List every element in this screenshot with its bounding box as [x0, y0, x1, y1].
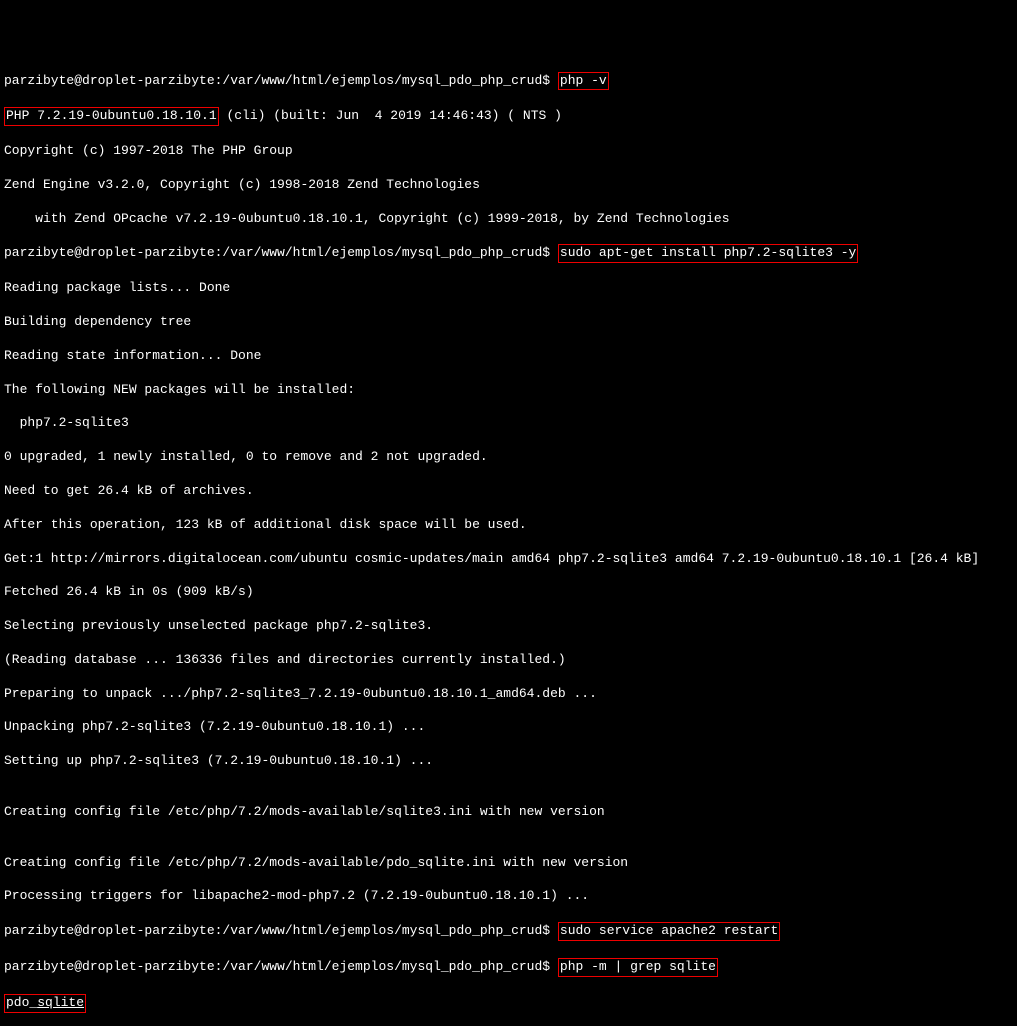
terminal-line: 0 upgraded, 1 newly installed, 0 to remo…	[4, 449, 1013, 466]
terminal-line: Need to get 26.4 kB of archives.	[4, 483, 1013, 500]
command-highlight: sudo apt-get install php7.2-sqlite3 -y	[558, 244, 858, 263]
terminal-line: Reading state information... Done	[4, 348, 1013, 365]
shell-prompt: parzibyte@droplet-parzibyte:/var/www/htm…	[4, 245, 558, 260]
terminal-line: php7.2-sqlite3	[4, 415, 1013, 432]
terminal-line: Setting up php7.2-sqlite3 (7.2.19-0ubunt…	[4, 753, 1013, 770]
terminal-line: Building dependency tree	[4, 314, 1013, 331]
terminal-line: After this operation, 123 kB of addition…	[4, 517, 1013, 534]
terminal-line: pdo_sqlite	[4, 994, 1013, 1013]
terminal-line: parzibyte@droplet-parzibyte:/var/www/htm…	[4, 72, 1013, 91]
terminal-line: Processing triggers for libapache2-mod-p…	[4, 888, 1013, 905]
terminal-line: parzibyte@droplet-parzibyte:/var/www/htm…	[4, 244, 1013, 263]
terminal-line: Zend Engine v3.2.0, Copyright (c) 1998-2…	[4, 177, 1013, 194]
module-prefix: pdo_	[6, 995, 37, 1010]
command-highlight: php -m | grep sqlite	[558, 958, 718, 977]
terminal-line: parzibyte@droplet-parzibyte:/var/www/htm…	[4, 958, 1013, 977]
shell-prompt: parzibyte@droplet-parzibyte:/var/www/htm…	[4, 73, 558, 88]
output-text: (cli) (built: Jun 4 2019 14:46:43) ( NTS…	[219, 108, 562, 123]
command-highlight: php -v	[558, 72, 609, 91]
shell-prompt: parzibyte@droplet-parzibyte:/var/www/htm…	[4, 923, 558, 938]
terminal-line: Unpacking php7.2-sqlite3 (7.2.19-0ubuntu…	[4, 719, 1013, 736]
terminal-line: Creating config file /etc/php/7.2/mods-a…	[4, 804, 1013, 821]
terminal-line: Copyright (c) 1997-2018 The PHP Group	[4, 143, 1013, 160]
terminal-line: Fetched 26.4 kB in 0s (909 kB/s)	[4, 584, 1013, 601]
version-highlight: PHP 7.2.19-0ubuntu0.18.10.1	[4, 107, 219, 126]
terminal-line: Preparing to unpack .../php7.2-sqlite3_7…	[4, 686, 1013, 703]
terminal-line: PHP 7.2.19-0ubuntu0.18.10.1 (cli) (built…	[4, 107, 1013, 126]
terminal-line: Get:1 http://mirrors.digitalocean.com/ub…	[4, 551, 1013, 568]
shell-prompt: parzibyte@droplet-parzibyte:/var/www/htm…	[4, 959, 558, 974]
command-highlight: sudo service apache2 restart	[558, 922, 780, 941]
terminal-line: with Zend OPcache v7.2.19-0ubuntu0.18.10…	[4, 211, 1013, 228]
terminal-line: parzibyte@droplet-parzibyte:/var/www/htm…	[4, 922, 1013, 941]
module-match: sqlite	[37, 995, 84, 1010]
terminal-line: Creating config file /etc/php/7.2/mods-a…	[4, 855, 1013, 872]
terminal-line: Reading package lists... Done	[4, 280, 1013, 297]
module-highlight: pdo_sqlite	[4, 994, 86, 1013]
terminal-line: (Reading database ... 136336 files and d…	[4, 652, 1013, 669]
terminal-line: The following NEW packages will be insta…	[4, 382, 1013, 399]
terminal-line: Selecting previously unselected package …	[4, 618, 1013, 635]
